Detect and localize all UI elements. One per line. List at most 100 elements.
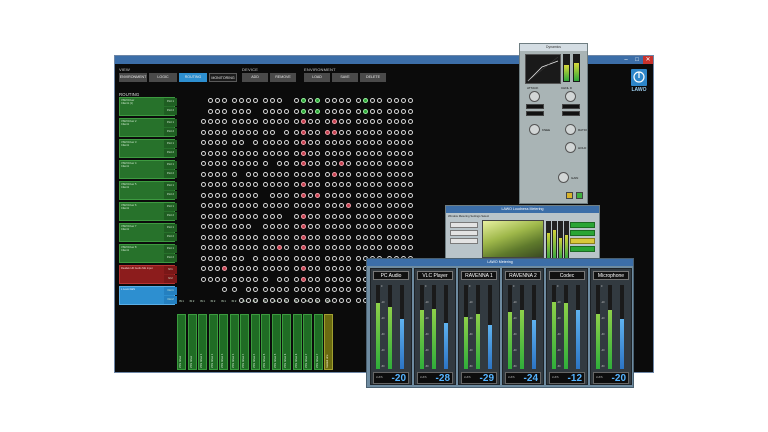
crosspoint[interactable]	[277, 140, 282, 145]
crosspoint[interactable]	[215, 150, 220, 156]
crosspoint[interactable]	[270, 203, 275, 208]
crosspoint[interactable]	[294, 224, 299, 229]
crosspoint[interactable]	[346, 192, 351, 198]
crosspoint[interactable]	[277, 266, 282, 271]
crosspoint[interactable]	[363, 150, 368, 156]
crosspoint[interactable]	[301, 213, 306, 219]
crosspoint[interactable]	[246, 234, 251, 240]
loudness-status-chip[interactable]	[570, 222, 595, 228]
crosspoint[interactable]	[408, 192, 413, 198]
crosspoint[interactable]	[277, 255, 282, 261]
crosspoint[interactable]	[232, 276, 237, 282]
crosspoint[interactable]	[356, 255, 361, 261]
crosspoint[interactable]	[232, 182, 237, 187]
crosspoint[interactable]	[308, 140, 313, 145]
crosspoint[interactable]	[222, 192, 227, 198]
crosspoint[interactable]	[370, 245, 375, 250]
crosspoint[interactable]	[208, 150, 213, 156]
crosspoint[interactable]	[401, 129, 406, 135]
crosspoint[interactable]	[363, 182, 368, 187]
crosspoint[interactable]	[325, 266, 330, 271]
crosspoint[interactable]	[346, 213, 351, 219]
crosspoint[interactable]	[232, 255, 237, 261]
crosspoint[interactable]	[394, 224, 399, 229]
meter-channel-name[interactable]: VLC Player	[417, 271, 453, 280]
crosspoint[interactable]	[377, 140, 382, 145]
crosspoint[interactable]	[246, 203, 251, 208]
crosspoint[interactable]	[408, 119, 413, 124]
crosspoint[interactable]	[394, 171, 399, 177]
crosspoint[interactable]	[356, 129, 361, 135]
crosspoint[interactable]	[339, 150, 344, 156]
crosspoint[interactable]	[315, 266, 320, 271]
crosspoint[interactable]	[332, 108, 337, 114]
crosspoint[interactable]	[284, 108, 289, 114]
crosspoint[interactable]	[253, 203, 258, 208]
crosspoint[interactable]	[239, 224, 244, 229]
meter-channel-name[interactable]: PC Audio	[373, 271, 409, 280]
destination-device[interactable]: VSM Driver 6	[282, 314, 291, 370]
crosspoint[interactable]	[232, 119, 237, 124]
crosspoint[interactable]	[387, 161, 392, 166]
crosspoint[interactable]	[339, 266, 344, 271]
crosspoint[interactable]	[377, 150, 382, 156]
crosspoint[interactable]	[356, 266, 361, 271]
loudness-setting-3[interactable]	[450, 238, 478, 244]
crosspoint[interactable]	[408, 182, 413, 187]
crosspoint[interactable]	[363, 234, 368, 240]
crosspoint[interactable]	[325, 245, 330, 250]
crosspoint[interactable]	[394, 129, 399, 135]
crosspoint[interactable]	[294, 192, 299, 198]
crosspoint[interactable]	[301, 266, 306, 271]
crosspoint[interactable]	[308, 245, 313, 250]
close-button[interactable]: ✕	[643, 56, 653, 64]
crosspoint[interactable]	[284, 287, 289, 292]
crosspoint[interactable]	[294, 213, 299, 219]
crosspoint[interactable]	[201, 213, 206, 219]
crosspoint[interactable]	[332, 224, 337, 229]
crosspoint[interactable]	[401, 161, 406, 166]
crosspoint[interactable]	[263, 171, 268, 177]
crosspoint[interactable]	[401, 234, 406, 240]
loudness-menu[interactable]: Window Metering Settings Select	[448, 214, 489, 218]
source-port[interactable]: Port 1	[164, 161, 177, 169]
crosspoint[interactable]	[277, 119, 282, 124]
crosspoint[interactable]	[263, 287, 268, 292]
crosspoint[interactable]	[301, 108, 306, 114]
crosspoint[interactable]	[208, 98, 213, 103]
crosspoint[interactable]	[246, 245, 251, 250]
crosspoint[interactable]	[253, 192, 258, 198]
crosspoint[interactable]	[301, 129, 306, 135]
crosspoint[interactable]	[301, 192, 306, 198]
crosspoint[interactable]	[308, 266, 313, 271]
crosspoint[interactable]	[363, 108, 368, 114]
crosspoint[interactable]	[308, 108, 313, 114]
crosspoint[interactable]	[215, 161, 220, 166]
crosspoint[interactable]	[332, 129, 337, 135]
crosspoint[interactable]	[301, 203, 306, 208]
crosspoint[interactable]	[270, 192, 275, 198]
crosspoint[interactable]	[401, 119, 406, 124]
crosspoint[interactable]	[346, 297, 351, 303]
crosspoint[interactable]	[232, 245, 237, 250]
crosspoint[interactable]	[284, 129, 289, 135]
crosspoint[interactable]	[263, 150, 268, 156]
crosspoint[interactable]	[356, 140, 361, 145]
crosspoint[interactable]	[346, 234, 351, 240]
crosspoint[interactable]	[363, 161, 368, 166]
crosspoint[interactable]	[277, 287, 282, 292]
crosspoint[interactable]	[346, 108, 351, 114]
crosspoint[interactable]	[370, 161, 375, 166]
crosspoint[interactable]	[332, 255, 337, 261]
crosspoint[interactable]	[387, 140, 392, 145]
crosspoint[interactable]	[201, 234, 206, 240]
crosspoint[interactable]	[408, 224, 413, 229]
dynamics-title[interactable]: Dynamics	[520, 44, 587, 51]
crosspoint[interactable]	[246, 161, 251, 166]
crosspoint[interactable]	[370, 119, 375, 124]
crosspoint[interactable]	[277, 213, 282, 219]
crosspoint[interactable]	[208, 213, 213, 219]
meter-channel-name[interactable]: RAVENNA 2	[505, 271, 541, 280]
crosspoint[interactable]	[325, 150, 330, 156]
crosspoint[interactable]	[394, 203, 399, 208]
